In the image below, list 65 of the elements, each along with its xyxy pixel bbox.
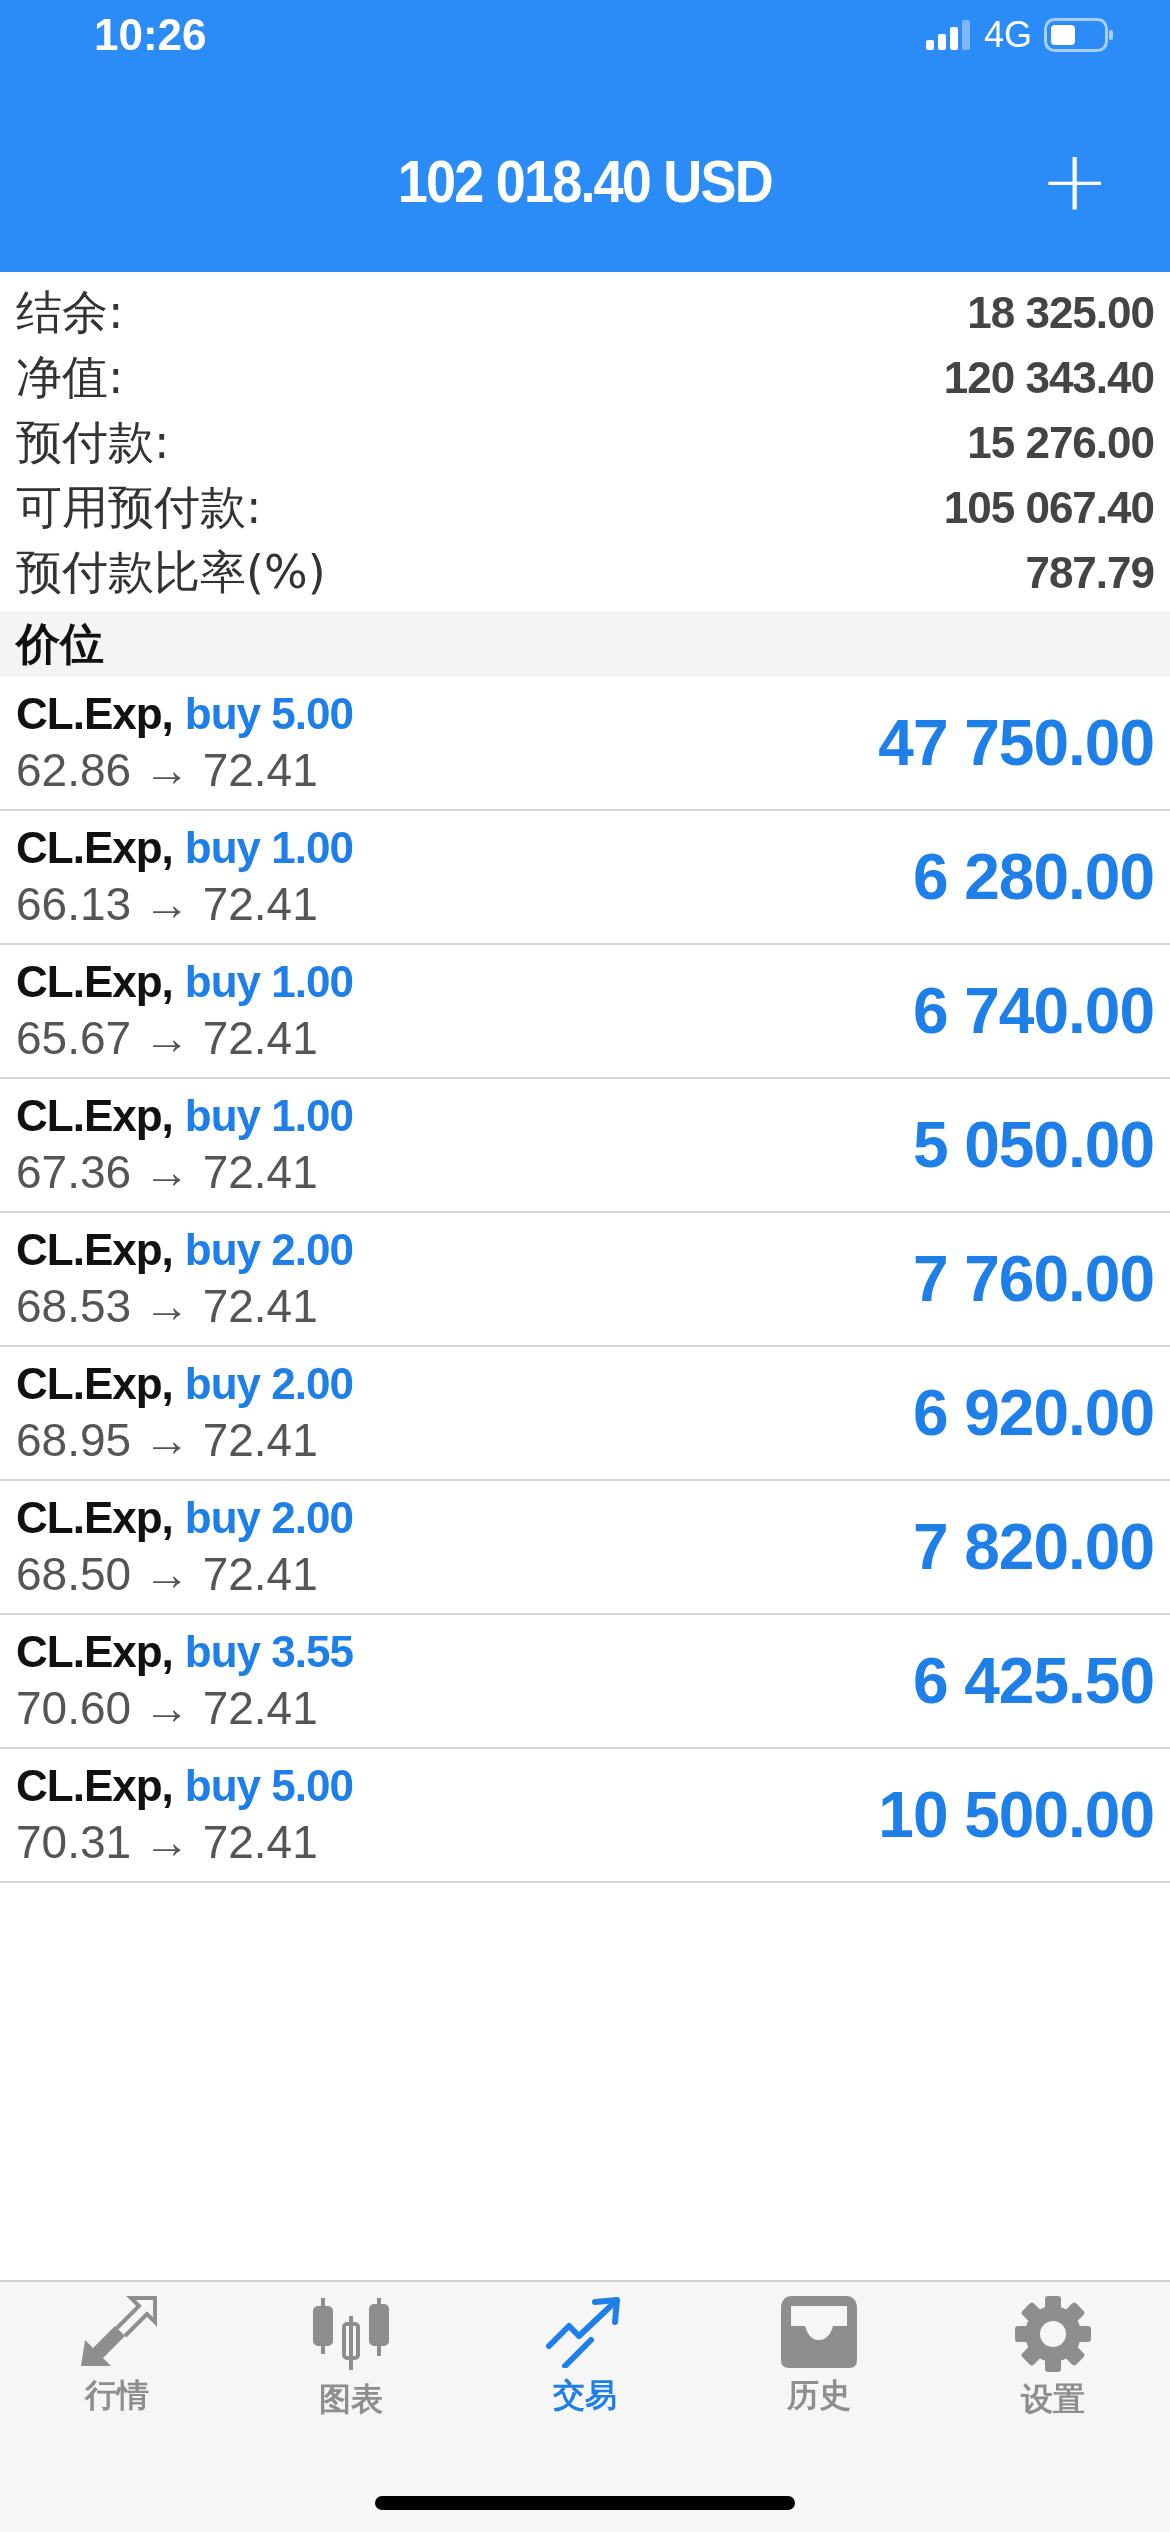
- balance-title: 102 018.40 USD: [397, 146, 773, 216]
- position-row[interactable]: CL.Exp, buy 3.55 70.60 → 72.41 6 425.50: [0, 1615, 1170, 1749]
- position-symbol: CL.Exp,: [16, 1225, 173, 1275]
- position-symbol: CL.Exp,: [16, 1493, 173, 1543]
- position-prices: 68.50 → 72.41: [16, 1547, 319, 1601]
- position-prices: 65.67 → 72.41: [16, 1011, 319, 1065]
- position-order: buy 1.00: [184, 823, 353, 873]
- position-symbol: CL.Exp,: [16, 823, 173, 873]
- position-row[interactable]: CL.Exp, buy 1.00 65.67 → 72.41 6 740.00: [0, 945, 1170, 1079]
- position-row[interactable]: CL.Exp, buy 2.00 68.95 → 72.41 6 920.00: [0, 1347, 1170, 1481]
- summary-label: 结余:: [16, 283, 124, 341]
- section-title: 价位: [16, 616, 104, 671]
- position-symbol: CL.Exp,: [16, 1627, 173, 1677]
- summary-value: 15 276.00: [967, 417, 1154, 468]
- position-order: buy 5.00: [184, 689, 353, 739]
- position-order: buy 2.00: [184, 1493, 353, 1543]
- summary-value: 787.79: [1025, 547, 1154, 598]
- candlestick-icon: [311, 2296, 391, 2372]
- status-time: 10:26: [94, 10, 207, 60]
- position-prices: 62.86 → 72.41: [16, 743, 319, 797]
- position-profit: 6 920.00: [912, 1376, 1154, 1450]
- settings-icon: [1015, 2296, 1091, 2372]
- position-symbol: CL.Exp,: [16, 1359, 173, 1409]
- summary-value: 120 343.40: [943, 352, 1154, 403]
- position-symbol: CL.Exp,: [16, 1091, 173, 1141]
- position-prices: 70.60 → 72.41: [16, 1681, 319, 1735]
- position-profit: 6 740.00: [912, 974, 1154, 1048]
- position-profit: 47 750.00: [878, 706, 1154, 780]
- position-symbol: CL.Exp,: [16, 1761, 173, 1811]
- summary-label: 可用预付款:: [16, 478, 262, 536]
- position-prices: 68.95 → 72.41: [16, 1413, 319, 1467]
- network-label: 4G: [983, 14, 1032, 56]
- signal-icon: [925, 20, 972, 50]
- position-row[interactable]: CL.Exp, buy 1.00 66.13 → 72.41 6 280.00: [0, 811, 1170, 945]
- position-symbol: CL.Exp,: [16, 689, 173, 739]
- inbox-icon: [779, 2296, 859, 2368]
- summary-value: 18 325.00: [967, 287, 1154, 338]
- position-row[interactable]: CL.Exp, buy 2.00 68.53 → 72.41 7 760.00: [0, 1213, 1170, 1347]
- tab-item[interactable]: 交易: [495, 2296, 675, 2422]
- battery-icon: [1044, 18, 1114, 52]
- summary-value: 105 067.40: [943, 482, 1154, 533]
- position-row[interactable]: CL.Exp, buy 5.00 70.31 → 72.41 10 500.00: [0, 1749, 1170, 1883]
- position-profit: 7 760.00: [912, 1242, 1154, 1316]
- position-profit: 6 280.00: [912, 840, 1154, 914]
- position-order: buy 5.00: [184, 1761, 353, 1811]
- position-symbol: CL.Exp,: [16, 957, 173, 1007]
- position-prices: 70.31 → 72.41: [16, 1815, 319, 1869]
- position-row[interactable]: CL.Exp, buy 1.00 67.36 → 72.41 5 050.00: [0, 1079, 1170, 1213]
- position-row[interactable]: CL.Exp, buy 2.00 68.50 → 72.41 7 820.00: [0, 1481, 1170, 1615]
- position-prices: 67.36 → 72.41: [16, 1145, 319, 1199]
- position-order: buy 1.00: [184, 957, 353, 1007]
- position-order: buy 2.00: [184, 1225, 353, 1275]
- position-order: buy 2.00: [184, 1359, 353, 1409]
- position-row[interactable]: CL.Exp, buy 5.00 62.86 → 72.41 47 750.00: [0, 677, 1170, 811]
- position-order: buy 3.55: [184, 1627, 353, 1677]
- position-profit: 7 820.00: [912, 1510, 1154, 1584]
- position-profit: 6 425.50: [912, 1644, 1154, 1718]
- position-prices: 68.53 → 72.41: [16, 1279, 319, 1333]
- summary-label: 预付款:: [16, 413, 170, 471]
- position-prices: 66.13 → 72.41: [16, 877, 319, 931]
- summary-label: 预付款比率(%): [16, 543, 326, 601]
- position-profit: 5 050.00: [912, 1108, 1154, 1182]
- position-order: buy 1.00: [184, 1091, 353, 1141]
- position-profit: 10 500.00: [878, 1778, 1154, 1852]
- summary-label: 净值:: [16, 348, 124, 406]
